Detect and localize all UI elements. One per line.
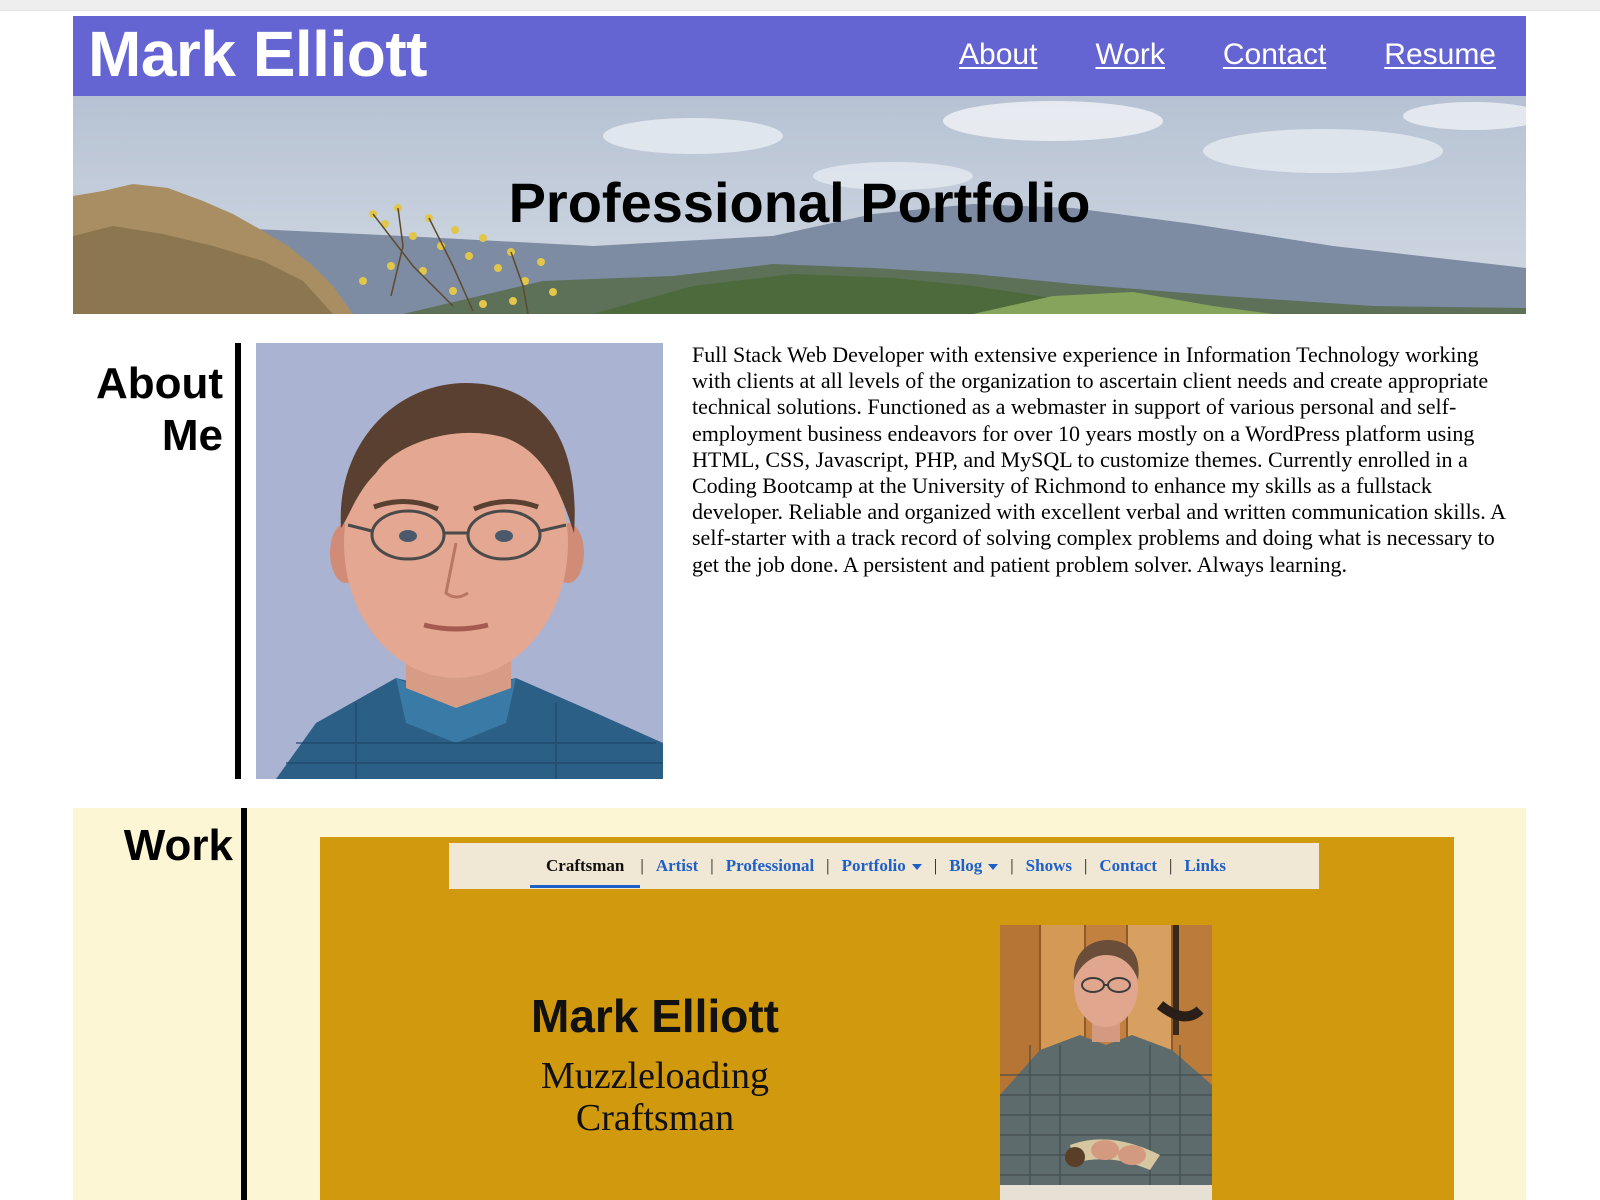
project-subtitle: Muzzleloading Craftsman — [460, 1055, 850, 1139]
hero-title: Professional Portfolio — [508, 171, 1091, 234]
project-nav-portfolio: Portfolio — [830, 856, 934, 876]
about-heading-line2: Me — [161, 411, 223, 460]
project-nav-artist: Artist — [655, 856, 699, 875]
profile-photo — [256, 343, 663, 779]
nav-link-about[interactable]: About — [959, 38, 1037, 72]
work-divider — [241, 808, 247, 1200]
project-nav-links: Links — [1184, 856, 1226, 875]
project-photo — [1000, 925, 1212, 1200]
project-nav-craftsman: Craftsman — [530, 856, 641, 888]
nav-link-contact[interactable]: Contact — [1223, 38, 1326, 72]
project-title: Mark Elliott — [531, 990, 779, 1042]
nav-link-resume[interactable]: Resume — [1384, 38, 1496, 72]
site-title: Mark Elliott — [88, 18, 427, 90]
hero-banner: Professional Portfolio — [73, 96, 1526, 314]
nav-link-work[interactable]: Work — [1095, 38, 1164, 72]
project-nav-shows: Shows — [1025, 856, 1072, 875]
chevron-down-icon — [988, 864, 999, 871]
project-nav-blog: Blog — [937, 856, 1010, 876]
about-heading-line1: About — [95, 359, 223, 408]
project-nav-professional: Professional — [725, 856, 815, 875]
profile-portrait-image — [256, 343, 663, 779]
project-nav-blog-label: Blog — [949, 856, 983, 875]
project-subtitle-line2: Craftsman — [575, 1097, 735, 1139]
project-nav-bar: Craftsman | Artist | Professional | Port… — [449, 843, 1319, 889]
project-nav-portfolio-label: Portfolio — [841, 856, 906, 875]
about-divider — [235, 343, 241, 779]
project-subtitle-line1: Muzzleloading — [541, 1055, 769, 1097]
work-heading: Work — [123, 821, 233, 870]
main-nav: About Work Contact Resume — [959, 38, 1496, 72]
chevron-down-icon — [911, 864, 922, 871]
project-screenshot[interactable]: Craftsman | Artist | Professional | Port… — [320, 837, 1454, 1200]
about-heading: About Me — [73, 358, 223, 462]
craftsman-portrait-image — [1000, 925, 1212, 1200]
project-nav-contact: Contact — [1099, 856, 1157, 875]
site-header: Mark Elliott About Work Contact Resume — [73, 16, 1526, 96]
about-bio: Full Stack Web Developer with extensive … — [692, 342, 1505, 577]
browser-top-strip — [0, 0, 1600, 11]
